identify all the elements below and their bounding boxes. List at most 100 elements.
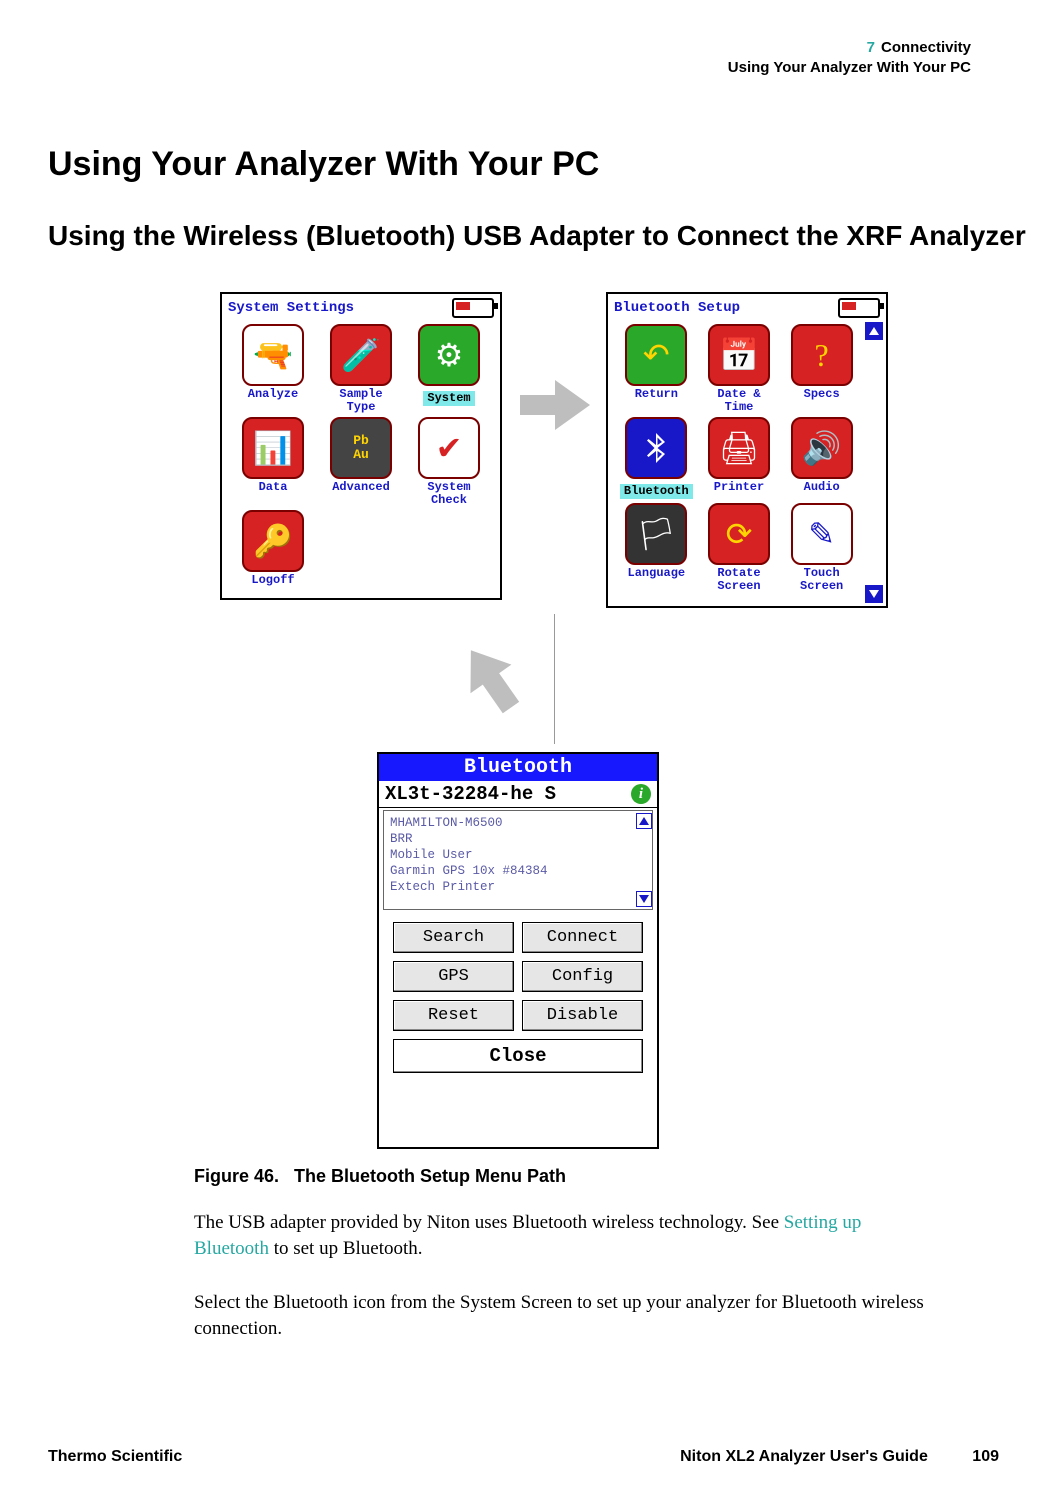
btsetup-item-specs[interactable]: ? Specs — [783, 324, 860, 413]
icon-label: System — [423, 391, 474, 406]
system-item-sample-type[interactable]: 🧪Sample Type — [320, 324, 402, 413]
logoff-icon: 🔑 — [242, 510, 304, 572]
icon-label: Logoff — [232, 574, 314, 587]
icon-label: Bluetooth — [620, 484, 693, 499]
disable-button[interactable]: Disable — [522, 1000, 643, 1031]
icon-label: Specs — [783, 388, 860, 401]
bluetooth-dialog-title: Bluetooth — [379, 754, 657, 781]
device-list-item[interactable]: Extech Printer — [390, 879, 632, 895]
bluetooth-setup-grid: ↶ Return 📅Date & Time? Specs Bluetooth 🖨 Print… — [608, 320, 886, 596]
figure-title: The Bluetooth Setup Menu Path — [294, 1166, 566, 1186]
btsetup-item-audio[interactable]: 🔊 Audio — [783, 417, 860, 499]
date-time-icon: 📅 — [708, 324, 770, 386]
analyze-icon: 🔫 — [242, 324, 304, 386]
btsetup-item-bluetooth[interactable]: Bluetooth — [618, 417, 695, 499]
chapter-number: 7 — [867, 39, 875, 56]
icon-label: Analyze — [232, 388, 314, 401]
bluetooth-setup-screen: Bluetooth Setup ↶ Return 📅Date & Time? Spec… — [606, 292, 888, 608]
divider-line — [554, 614, 555, 744]
scroll-down-icon[interactable] — [636, 891, 652, 907]
touch-screen-icon: ✎ — [791, 503, 853, 565]
section-heading: Using Your Analyzer With Your PC — [48, 145, 599, 184]
reset-button[interactable]: Reset — [393, 1000, 514, 1031]
footer-company: Thermo Scientific — [48, 1448, 182, 1466]
btsetup-item-date-time[interactable]: 📅Date & Time — [701, 324, 778, 413]
icon-label: Language — [618, 567, 695, 580]
battery-icon — [838, 298, 880, 318]
icon-label: Advanced — [320, 481, 402, 494]
scrollbar[interactable] — [865, 322, 883, 603]
screen2-title: Bluetooth Setup — [614, 300, 740, 316]
language-icon: 🏳 — [625, 503, 687, 565]
audio-icon: 🔊 — [791, 417, 853, 479]
screen2-title-bar: Bluetooth Setup — [608, 294, 886, 320]
icon-label: System Check — [408, 481, 490, 506]
system-icon: ⚙ — [418, 324, 480, 386]
page-footer: Thermo Scientific Niton XL2 Analyzer Use… — [48, 1448, 999, 1466]
specs-icon: ? — [791, 324, 853, 386]
system-item-data[interactable]: 📊 Data — [232, 417, 314, 506]
gps-button[interactable]: GPS — [393, 961, 514, 992]
system-item-analyze[interactable]: 🔫 Analyze — [232, 324, 314, 413]
arrow-right-icon — [520, 380, 590, 435]
connect-button[interactable]: Connect — [522, 922, 643, 953]
bluetooth-button-grid: Search Connect GPS Config Reset Disable … — [379, 912, 657, 1083]
scroll-up-icon[interactable] — [636, 813, 652, 829]
arrow-down-left-icon — [450, 633, 535, 722]
system-item-system[interactable]: ⚙ System — [408, 324, 490, 413]
icon-label: Return — [618, 388, 695, 401]
system-settings-screen: System Settings 🔫 Analyze 🧪Sample Type ⚙ Sys… — [220, 292, 502, 600]
printer-icon: 🖨 — [708, 417, 770, 479]
sample-type-icon: 🧪 — [330, 324, 392, 386]
device-list-item[interactable]: Garmin GPS 10x #84384 — [390, 863, 632, 879]
footer-page-number: 109 — [972, 1448, 999, 1465]
figure-caption: Figure 46. The Bluetooth Setup Menu Path — [194, 1166, 566, 1187]
icon-label: Printer — [701, 481, 778, 494]
device-name-text: XL3t-32284-he S — [385, 783, 556, 805]
device-list-scrollbar[interactable] — [636, 813, 650, 907]
battery-icon — [452, 298, 494, 318]
icon-label: Data — [232, 481, 314, 494]
device-list-item[interactable]: MHAMILTON-M6500 — [390, 815, 632, 831]
btsetup-item-printer[interactable]: 🖨 Printer — [701, 417, 778, 499]
system-item-advanced[interactable]: Pb Au Advanced — [320, 417, 402, 506]
icon-label: Touch Screen — [783, 567, 860, 592]
advanced-icon: Pb Au — [330, 417, 392, 479]
system-item-system-check[interactable]: ✔System Check — [408, 417, 490, 506]
btsetup-item-return[interactable]: ↶ Return — [618, 324, 695, 413]
device-name-row: XL3t-32284-he S i — [379, 781, 657, 808]
icon-label: Audio — [783, 481, 860, 494]
chapter-title: Connectivity — [881, 39, 971, 56]
footer-guide: Niton XL2 Analyzer User's Guide — [680, 1448, 928, 1465]
config-button[interactable]: Config — [522, 961, 643, 992]
screen1-title-bar: System Settings — [222, 294, 500, 320]
device-list-item[interactable]: BRR — [390, 831, 632, 847]
rotate-screen-icon: ⟳ — [708, 503, 770, 565]
system-item-logoff[interactable]: 🔑 Logoff — [232, 510, 314, 587]
figure-label: Figure 46. — [194, 1166, 279, 1186]
screen1-title: System Settings — [228, 300, 354, 316]
btsetup-item-touch-screen[interactable]: ✎Touch Screen — [783, 503, 860, 592]
para1-text-a: The USB adapter provided by Niton uses B… — [194, 1212, 784, 1233]
device-list-item[interactable]: Mobile User — [390, 847, 632, 863]
bluetooth-icon — [625, 417, 687, 479]
device-list[interactable]: MHAMILTON-M6500BRRMobile UserGarmin GPS … — [383, 810, 653, 910]
close-button[interactable]: Close — [393, 1039, 643, 1073]
search-button[interactable]: Search — [393, 922, 514, 953]
body-paragraph-1: The USB adapter provided by Niton uses B… — [194, 1210, 934, 1261]
data-icon: 📊 — [242, 417, 304, 479]
para1-text-b: to set up Bluetooth. — [269, 1238, 423, 1259]
info-icon[interactable]: i — [631, 784, 651, 804]
icon-label: Rotate Screen — [701, 567, 778, 592]
btsetup-item-language[interactable]: 🏳 Language — [618, 503, 695, 592]
body-paragraph-2: Select the Bluetooth icon from the Syste… — [194, 1290, 934, 1341]
bluetooth-dialog: Bluetooth XL3t-32284-he S i MHAMILTON-M6… — [377, 752, 659, 1149]
return-icon: ↶ — [625, 324, 687, 386]
scroll-up-icon[interactable] — [865, 322, 883, 340]
scroll-down-icon[interactable] — [865, 585, 883, 603]
system-settings-grid: 🔫 Analyze 🧪Sample Type ⚙ System 📊 Data Pb Au Adv… — [222, 320, 500, 591]
btsetup-item-rotate-screen[interactable]: ⟳Rotate Screen — [701, 503, 778, 592]
page-header: 7 Connectivity Using Your Analyzer With Y… — [728, 38, 971, 77]
icon-label: Date & Time — [701, 388, 778, 413]
header-section-line: Using Your Analyzer With Your PC — [728, 58, 971, 78]
